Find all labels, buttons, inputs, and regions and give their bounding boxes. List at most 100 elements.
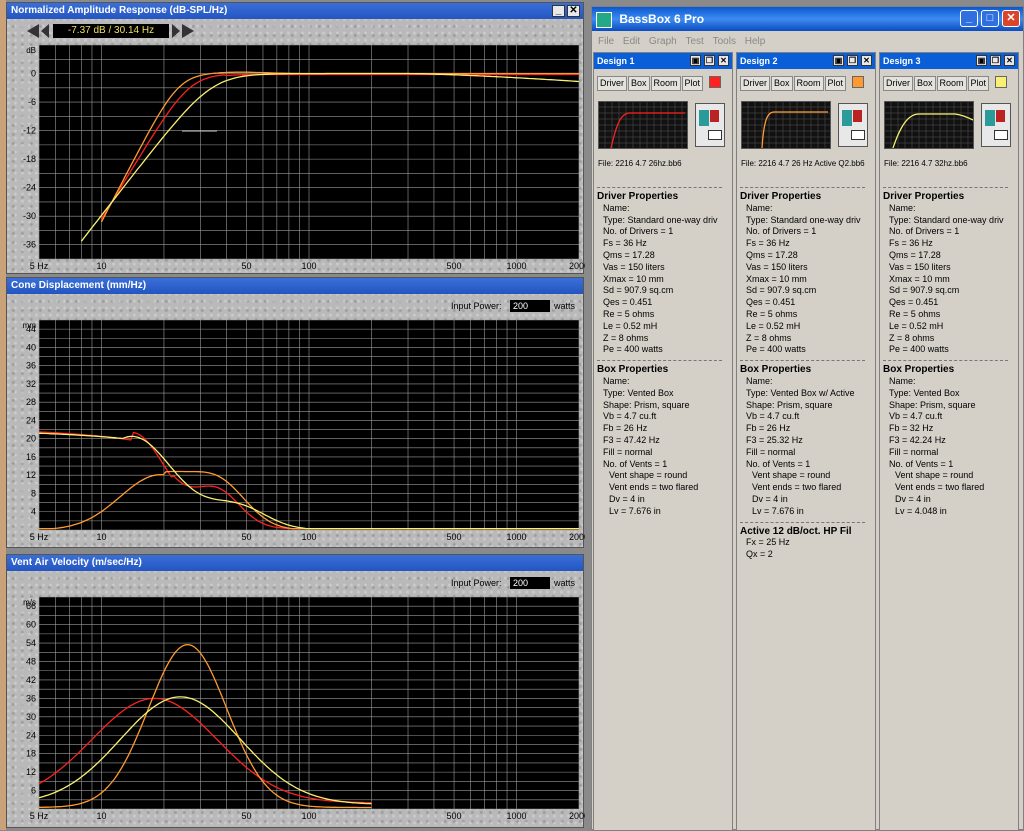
- driver-property: Re = 5 ohms: [889, 308, 941, 319]
- separator: [740, 187, 865, 188]
- close-icon[interactable]: ✕: [861, 55, 872, 66]
- menu-tools[interactable]: Tools: [713, 33, 736, 51]
- speaker-box-icon: [981, 103, 1011, 147]
- active-filter-property: Qx = 2: [746, 549, 773, 560]
- app-icon: [596, 12, 612, 28]
- box-property: Fill = normal: [603, 446, 653, 457]
- design-panel-3: Design 3 ▣ ❐ ✕ Driver Box Room Plot File: 2…: [879, 52, 1019, 831]
- design-title: Design 3: [883, 56, 921, 66]
- vent-property: Vent ends = two flared: [895, 482, 985, 493]
- file-name: File: 2216 4.7 26hz.bb6: [598, 159, 682, 168]
- design-panel-2: Design 2 ▣ ❐ ✕ Driver Box Room Plot File: 2…: [736, 52, 876, 831]
- save-icon[interactable]: ▣: [976, 55, 987, 66]
- y-tick-label: 8: [31, 488, 36, 498]
- properties-list: Driver Properties Name: Type: Standard one…: [597, 183, 732, 518]
- copy-icon[interactable]: ❐: [847, 55, 858, 66]
- box-button[interactable]: Box: [628, 76, 650, 91]
- y-tick-label: -30: [23, 211, 36, 221]
- y-tick-label: 44: [26, 324, 36, 334]
- room-button[interactable]: Room: [650, 76, 681, 91]
- x-tick-label: 10: [96, 811, 106, 821]
- driver-property: Re = 5 ohms: [603, 308, 655, 319]
- x-tick-label: 2000: [569, 261, 585, 271]
- box-properties-header: Box Properties: [740, 364, 812, 376]
- driver-property: Sd = 907.9 sq.cm: [889, 285, 960, 296]
- driver-button[interactable]: Driver: [597, 76, 627, 91]
- menu-edit[interactable]: Edit: [623, 33, 640, 51]
- driver-property: No. of Drivers = 1: [603, 226, 674, 237]
- separator: [597, 187, 722, 188]
- driver-property: Name:: [746, 202, 773, 213]
- room-button[interactable]: Room: [936, 76, 967, 91]
- driver-property: Qms = 17.28: [889, 249, 941, 260]
- menu-test[interactable]: Test: [686, 33, 704, 51]
- y-tick-label: 30: [26, 712, 36, 722]
- driver-property: No. of Drivers = 1: [889, 226, 960, 237]
- driver-button[interactable]: Driver: [740, 76, 770, 91]
- x-tick-label: 500: [447, 261, 462, 271]
- vent-velocity-plot[interactable]: m/s6660544842363024181265 Hz 10 50 100 500 10…: [7, 555, 585, 829]
- box-property: F3 = 47.42 Hz: [603, 434, 660, 445]
- separator: [740, 521, 865, 523]
- plot-button[interactable]: Plot: [824, 76, 847, 91]
- y-tick-label: 16: [26, 452, 36, 462]
- x-tick-label: 5 Hz: [30, 811, 49, 821]
- plot-button[interactable]: Plot: [681, 76, 704, 91]
- driver-property: Re = 5 ohms: [746, 308, 798, 319]
- driver-property: Z = 8 ohms: [889, 332, 935, 343]
- file-name: File: 2216 4.7 32hz.bb6: [884, 159, 968, 168]
- response-thumbnail: [741, 101, 831, 149]
- active-filter-property: Fx = 25 Hz: [746, 537, 790, 548]
- y-tick-label: 36: [26, 693, 36, 703]
- save-icon[interactable]: ▣: [690, 55, 701, 66]
- room-button[interactable]: Room: [793, 76, 824, 91]
- vent-property: Lv = 4.048 in: [895, 505, 947, 516]
- vent-property: Vent shape = round: [752, 470, 831, 481]
- box-property: Vb = 4.7 cu.ft: [746, 411, 800, 422]
- driver-properties-header: Driver Properties: [883, 191, 965, 202]
- menu-graph[interactable]: Graph: [649, 33, 677, 51]
- x-tick-label: 10: [96, 261, 106, 271]
- close-icon[interactable]: ✕: [1004, 55, 1015, 66]
- plot-button[interactable]: Plot: [967, 76, 990, 91]
- vent-property: Lv = 7.676 in: [609, 505, 661, 516]
- driver-button[interactable]: Driver: [883, 76, 913, 91]
- close-icon[interactable]: ✕: [718, 55, 729, 66]
- save-icon[interactable]: ▣: [833, 55, 844, 66]
- maximize-icon[interactable]: □: [981, 10, 999, 27]
- y-tick-label: 60: [26, 620, 36, 630]
- copy-icon[interactable]: ❐: [990, 55, 1001, 66]
- plot-color-swatch[interactable]: [994, 75, 1007, 88]
- cone-displacement-window: Cone Displacement (mm/Hz) Input Power: 2…: [6, 277, 585, 549]
- vent-property: Vent shape = round: [895, 470, 974, 481]
- y-tick-label: -36: [23, 240, 36, 250]
- minimize-icon[interactable]: _: [960, 10, 978, 27]
- y-tick-label: 66: [26, 601, 36, 611]
- y-tick-label: 0: [31, 69, 36, 79]
- cone-displacement-plot[interactable]: mm444036322824201612845 Hz 10 50 100 500 1000…: [7, 278, 585, 549]
- copy-icon[interactable]: ❐: [704, 55, 715, 66]
- separator: [740, 360, 865, 362]
- plot-color-swatch[interactable]: [708, 75, 721, 88]
- box-property: Fb = 32 Hz: [889, 423, 934, 434]
- driver-property: Type: Standard one-way driv: [603, 214, 718, 225]
- driver-property: Type: Standard one-way driv: [746, 214, 861, 225]
- amplitude-plot[interactable]: dB 0 -6 -12 -18 -24 -30 -36 5 Hz 10 50 100 500 1000 20…: [7, 3, 585, 275]
- driver-property: Pe = 400 watts: [889, 344, 949, 355]
- box-properties-header: Box Properties: [883, 364, 955, 376]
- driver-property: Sd = 907.9 sq.cm: [746, 285, 817, 296]
- box-button[interactable]: Box: [914, 76, 936, 91]
- driver-property: Qes = 0.451: [746, 297, 796, 308]
- driver-property: Qms = 17.28: [746, 249, 798, 260]
- menu-file[interactable]: File: [598, 33, 614, 51]
- y-tick-label: 24: [26, 415, 36, 425]
- menu-help[interactable]: Help: [745, 33, 766, 51]
- close-icon[interactable]: ✕: [1002, 10, 1020, 27]
- y-tick-label: -6: [28, 97, 36, 107]
- y-tick-label: -18: [23, 154, 36, 164]
- box-property: Vb = 4.7 cu.ft: [889, 411, 943, 422]
- x-tick-label: 50: [242, 261, 252, 271]
- plot-color-swatch[interactable]: [851, 75, 864, 88]
- box-button[interactable]: Box: [771, 76, 793, 91]
- design-title-bar: Design 1 ▣ ❐ ✕: [594, 53, 732, 69]
